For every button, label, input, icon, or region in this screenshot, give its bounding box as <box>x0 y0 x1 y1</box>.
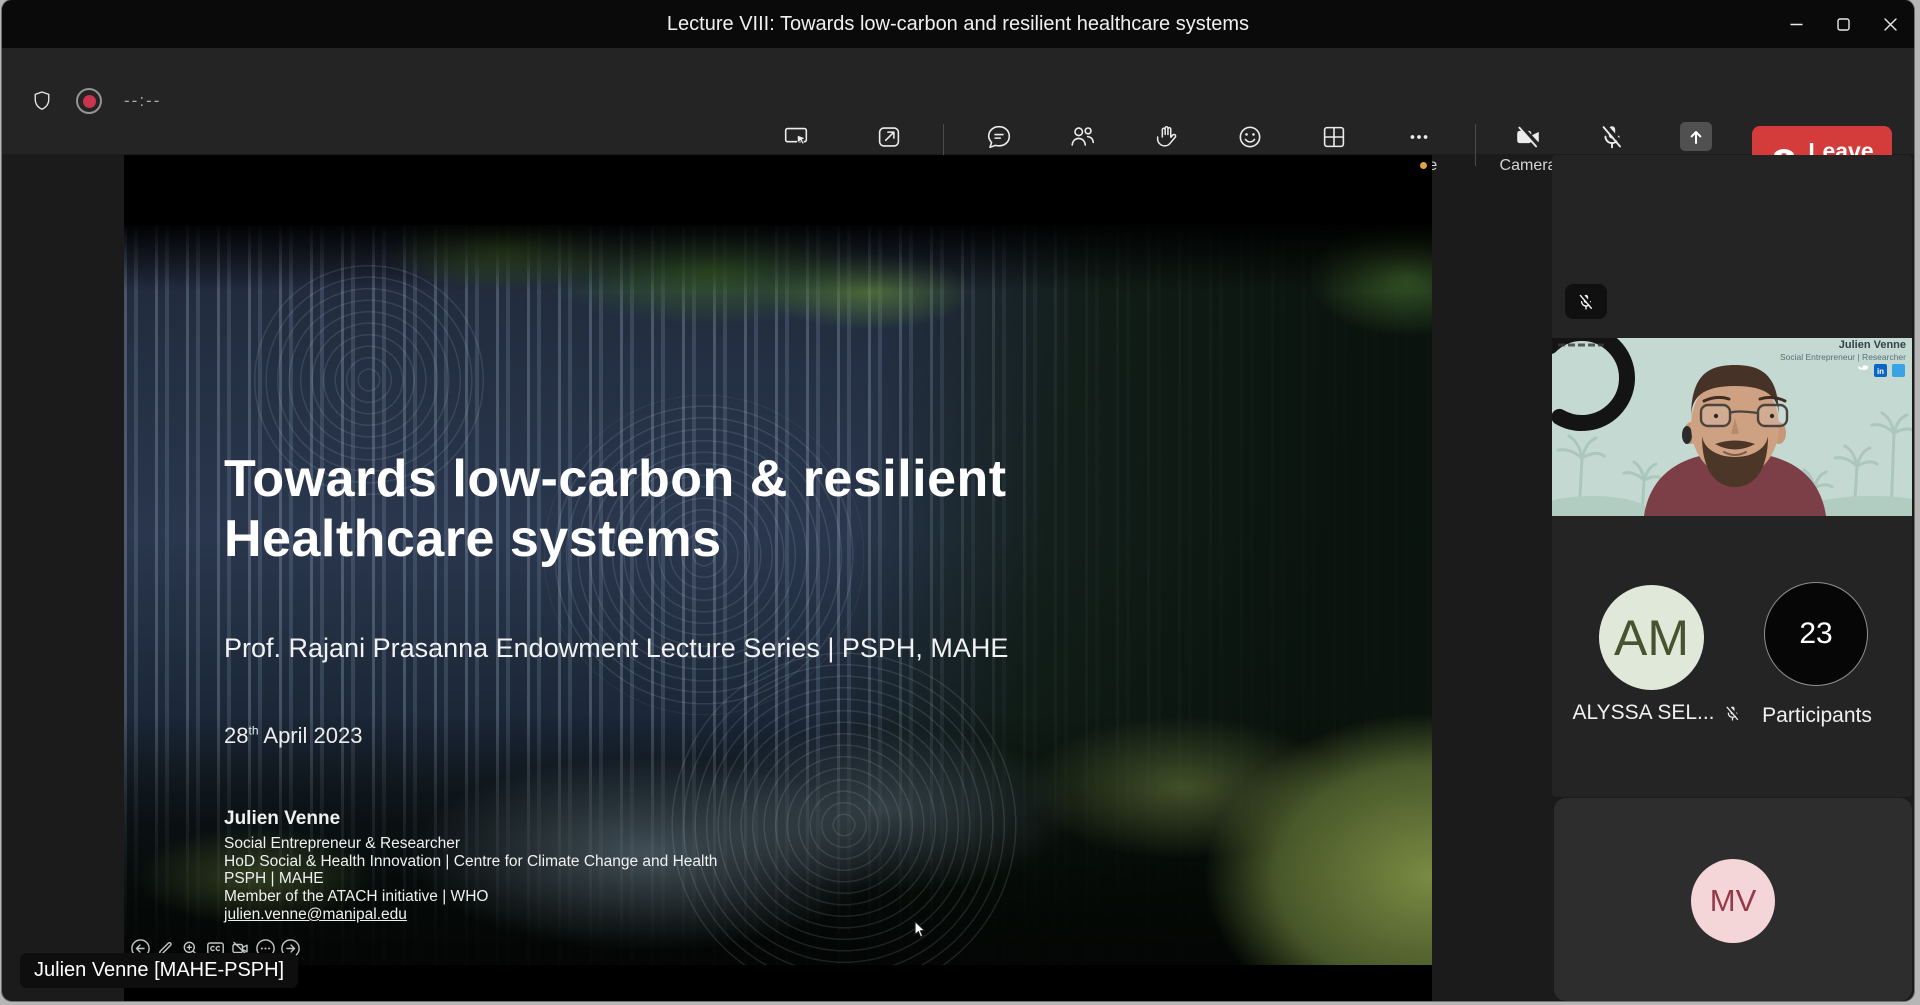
twitter-icon <box>1892 364 1905 377</box>
shared-screen-stage: Towards low-carbon & resilient Healthcar… <box>124 155 1432 1001</box>
more-icon <box>1404 122 1434 152</box>
camera-off-icon <box>1513 122 1543 152</box>
slide-date: 28th April 2023 <box>224 723 362 749</box>
status-cluster: --:-- <box>30 48 161 154</box>
mic-off-icon <box>1576 292 1596 312</box>
window-controls <box>1773 0 1914 48</box>
participant-avatar-alyssa[interactable]: AM <box>1599 585 1704 690</box>
participant-tile-mv[interactable]: MV <box>1554 798 1912 1001</box>
raise-hand-icon <box>1152 122 1182 152</box>
participant-label-alyssa: ALYSSA SEL... <box>1562 701 1752 725</box>
presenter-video-tile[interactable]: Julien Venne Social Entrepreneur | Resea… <box>1552 338 1912 516</box>
presenter-tag: Julien Venne [MAHE-PSPH] <box>20 953 298 988</box>
meeting-timer: --:-- <box>124 91 161 111</box>
mic-off-icon <box>1597 122 1627 152</box>
maximize-button[interactable] <box>1820 0 1867 48</box>
close-icon <box>1884 18 1897 31</box>
participant-avatar-mv: MV <box>1691 859 1775 943</box>
slide-subtitle: Prof. Rajani Prasanna Endowment Lecture … <box>224 633 1008 664</box>
people-icon <box>1067 122 1097 152</box>
record-dot-icon <box>83 95 96 108</box>
video-overlay-name: Julien Venne <box>1839 339 1906 351</box>
presenter-name: Julien Venne <box>224 808 717 830</box>
teams-meeting-window: Lecture VIII: Towards low-carbon and res… <box>2 0 1914 1001</box>
recording-indicator[interactable] <box>76 88 102 114</box>
participants-count-label: Participants <box>1732 704 1902 728</box>
maximize-icon <box>1837 18 1850 31</box>
close-button[interactable] <box>1867 0 1914 48</box>
pop-out-icon <box>874 122 904 152</box>
participants-count-badge[interactable]: 23 <box>1764 582 1868 686</box>
presenter-info: Julien Venne Social Entrepreneur & Resea… <box>224 808 717 924</box>
title-bar: Lecture VIII: Towards low-carbon and res… <box>2 0 1914 48</box>
muted-indicator <box>1565 284 1607 319</box>
screen-control-icon <box>781 122 811 152</box>
react-icon <box>1235 122 1265 152</box>
mouse-cursor <box>914 921 926 943</box>
presentation-slide: Towards low-carbon & resilient Healthcar… <box>124 225 1432 965</box>
share-icon <box>1680 122 1712 151</box>
slide-title: Towards low-carbon & resilient Healthcar… <box>224 449 1007 569</box>
view-icon <box>1319 122 1349 152</box>
video-overlay-role: Social Entrepreneur | Researcher <box>1780 352 1906 362</box>
presenter-video: Julien Venne Social Entrepreneur | Resea… <box>1552 338 1912 516</box>
minimize-button[interactable] <box>1773 0 1820 48</box>
minimize-icon <box>1790 18 1803 31</box>
presenter-email: julien.venne@manipal.edu <box>224 906 717 924</box>
window-title: Lecture VIII: Towards low-carbon and res… <box>667 0 1249 48</box>
shield-icon[interactable] <box>30 88 54 114</box>
svg-text:in: in <box>1877 367 1884 376</box>
meeting-toolbar: --:-- Take control Pop out Chat <box>2 48 1914 154</box>
participants-panel: Julien Venne Social Entrepreneur | Resea… <box>1552 155 1912 797</box>
chat-icon <box>984 122 1014 152</box>
slide-record-dot <box>1420 162 1427 169</box>
